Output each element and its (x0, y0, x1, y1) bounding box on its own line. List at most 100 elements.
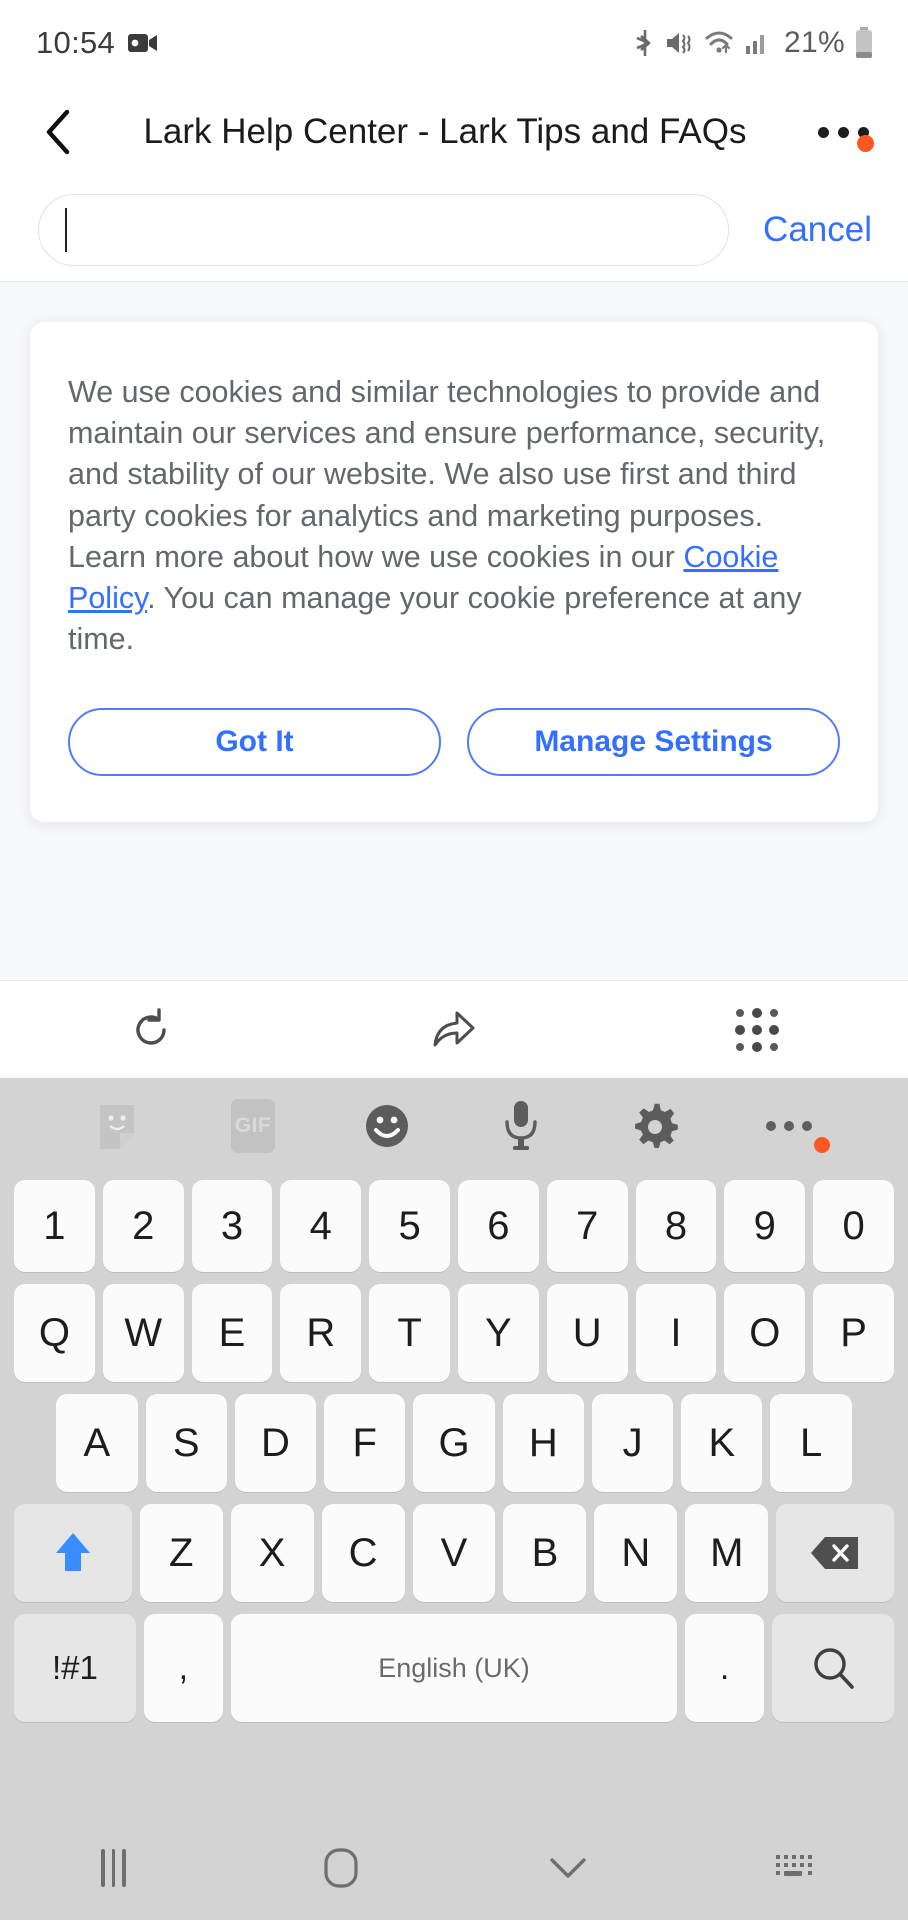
gif-button[interactable]: GIF (186, 1099, 320, 1153)
search-enter-key[interactable] (772, 1614, 894, 1722)
backspace-key[interactable] (776, 1504, 894, 1602)
key-b[interactable]: B (503, 1504, 587, 1602)
back-button[interactable] (32, 108, 84, 156)
key-k[interactable]: K (681, 1394, 763, 1492)
key-g[interactable]: G (413, 1394, 495, 1492)
status-bar: 10:54 21% (0, 0, 908, 86)
key-n[interactable]: N (594, 1504, 678, 1602)
cookie-consent-text: We use cookies and similar technologies … (68, 372, 840, 660)
microphone-button[interactable] (454, 1098, 588, 1154)
key-8[interactable]: 8 (635, 1180, 717, 1272)
manage-settings-button[interactable]: Manage Settings (467, 708, 840, 777)
key-e[interactable]: E (191, 1284, 273, 1382)
row-spacer-right (856, 1388, 898, 1498)
row-spacer-left (10, 1388, 52, 1498)
space-key[interactable]: English (UK) (230, 1614, 678, 1722)
hide-keyboard-button[interactable] (454, 1853, 681, 1883)
key-d[interactable]: D (234, 1394, 317, 1492)
key-a[interactable]: A (56, 1394, 138, 1492)
gear-icon (635, 1103, 678, 1148)
webpage-content: We use cookies and similar technologies … (0, 282, 908, 980)
got-it-button[interactable]: Got It (68, 708, 441, 777)
key-t[interactable]: T (369, 1284, 450, 1382)
mute-vibrate-icon (665, 29, 695, 57)
emoji-icon (366, 1105, 408, 1147)
cancel-button[interactable]: Cancel (757, 210, 878, 250)
home-icon (323, 1848, 358, 1888)
key-u[interactable]: U (546, 1284, 628, 1382)
key-6[interactable]: 6 (458, 1180, 539, 1272)
recents-icon (101, 1849, 126, 1887)
search-icon (814, 1648, 854, 1689)
notification-badge (857, 134, 874, 152)
cookie-consent-card: We use cookies and similar technologies … (30, 322, 878, 823)
share-button[interactable] (303, 1007, 606, 1053)
apps-menu-button[interactable] (605, 1007, 908, 1052)
comma-key[interactable]: , (143, 1614, 223, 1722)
key-7[interactable]: 7 (546, 1180, 628, 1272)
video-recording-icon (128, 32, 158, 54)
cookie-actions: Got It Manage Settings (68, 708, 840, 777)
apps-grid-icon (734, 1007, 779, 1052)
key-y[interactable]: Y (458, 1284, 539, 1382)
emoji-button[interactable] (320, 1101, 454, 1151)
key-x[interactable]: X (230, 1504, 314, 1602)
battery-icon (854, 27, 874, 59)
key-2[interactable]: 2 (102, 1180, 184, 1272)
key-0[interactable]: 0 (813, 1180, 894, 1272)
key-i[interactable]: I (635, 1284, 717, 1382)
keyboard-more-button[interactable] (722, 1121, 856, 1153)
keyboard-toolbar: GIF (6, 1078, 902, 1174)
key-m[interactable]: M (685, 1504, 769, 1602)
key-l[interactable]: L (770, 1394, 852, 1492)
key-j[interactable]: J (591, 1394, 674, 1492)
shift-icon (55, 1533, 90, 1571)
sticker-button[interactable] (52, 1101, 186, 1151)
wifi-icon (704, 30, 736, 56)
key-o[interactable]: O (724, 1284, 806, 1382)
cellular-signal-icon (745, 30, 771, 56)
status-time: 10:54 (36, 25, 116, 60)
key-c[interactable]: C (321, 1504, 405, 1602)
key-4[interactable]: 4 (280, 1180, 362, 1272)
gif-icon: GIF (231, 1099, 275, 1153)
key-9[interactable]: 9 (724, 1180, 806, 1272)
backspace-icon (811, 1537, 859, 1569)
key-h[interactable]: H (502, 1394, 584, 1492)
keyboard-row-top: Q W E R T Y U I O P (6, 1278, 902, 1388)
microphone-icon (505, 1101, 537, 1150)
keyboard-row-bottom: Z X C V B N M (6, 1498, 902, 1608)
key-f[interactable]: F (324, 1394, 406, 1492)
share-icon (433, 1011, 475, 1046)
symbols-key[interactable]: !#1 (14, 1614, 136, 1722)
key-q[interactable]: Q (14, 1284, 95, 1382)
more-options-button[interactable] (806, 126, 880, 152)
key-3[interactable]: 3 (191, 1180, 273, 1272)
key-5[interactable]: 5 (369, 1180, 450, 1272)
keyboard-settings-button[interactable] (588, 1101, 722, 1151)
search-bar: Cancel (0, 178, 908, 282)
key-z[interactable]: Z (139, 1504, 223, 1602)
sticker-icon (100, 1105, 134, 1149)
key-s[interactable]: S (145, 1394, 227, 1492)
key-p[interactable]: P (813, 1284, 894, 1382)
key-v[interactable]: V (412, 1504, 496, 1602)
status-bar-right: 21% (634, 26, 874, 60)
home-button[interactable] (227, 1845, 454, 1891)
keyboard-row-home: A S D F G H J K L (6, 1388, 902, 1498)
period-key[interactable]: . (685, 1614, 765, 1722)
keyboard-row-numbers: 1 2 3 4 5 6 7 8 9 0 (6, 1174, 902, 1278)
recents-button[interactable] (0, 1849, 227, 1887)
search-input[interactable] (38, 193, 730, 266)
key-w[interactable]: W (102, 1284, 184, 1382)
key-1[interactable]: 1 (14, 1180, 95, 1272)
key-r[interactable]: R (280, 1284, 362, 1382)
more-options-icon (766, 1121, 812, 1131)
hide-keyboard-icon (549, 1858, 586, 1878)
shift-key[interactable] (14, 1504, 132, 1602)
keyboard-switch-button[interactable] (681, 1851, 908, 1885)
refresh-button[interactable] (0, 1007, 303, 1053)
page-title: Lark Help Center - Lark Tips and FAQs (143, 112, 747, 151)
text-cursor (65, 207, 68, 252)
status-bar-left: 10:54 (36, 25, 158, 61)
